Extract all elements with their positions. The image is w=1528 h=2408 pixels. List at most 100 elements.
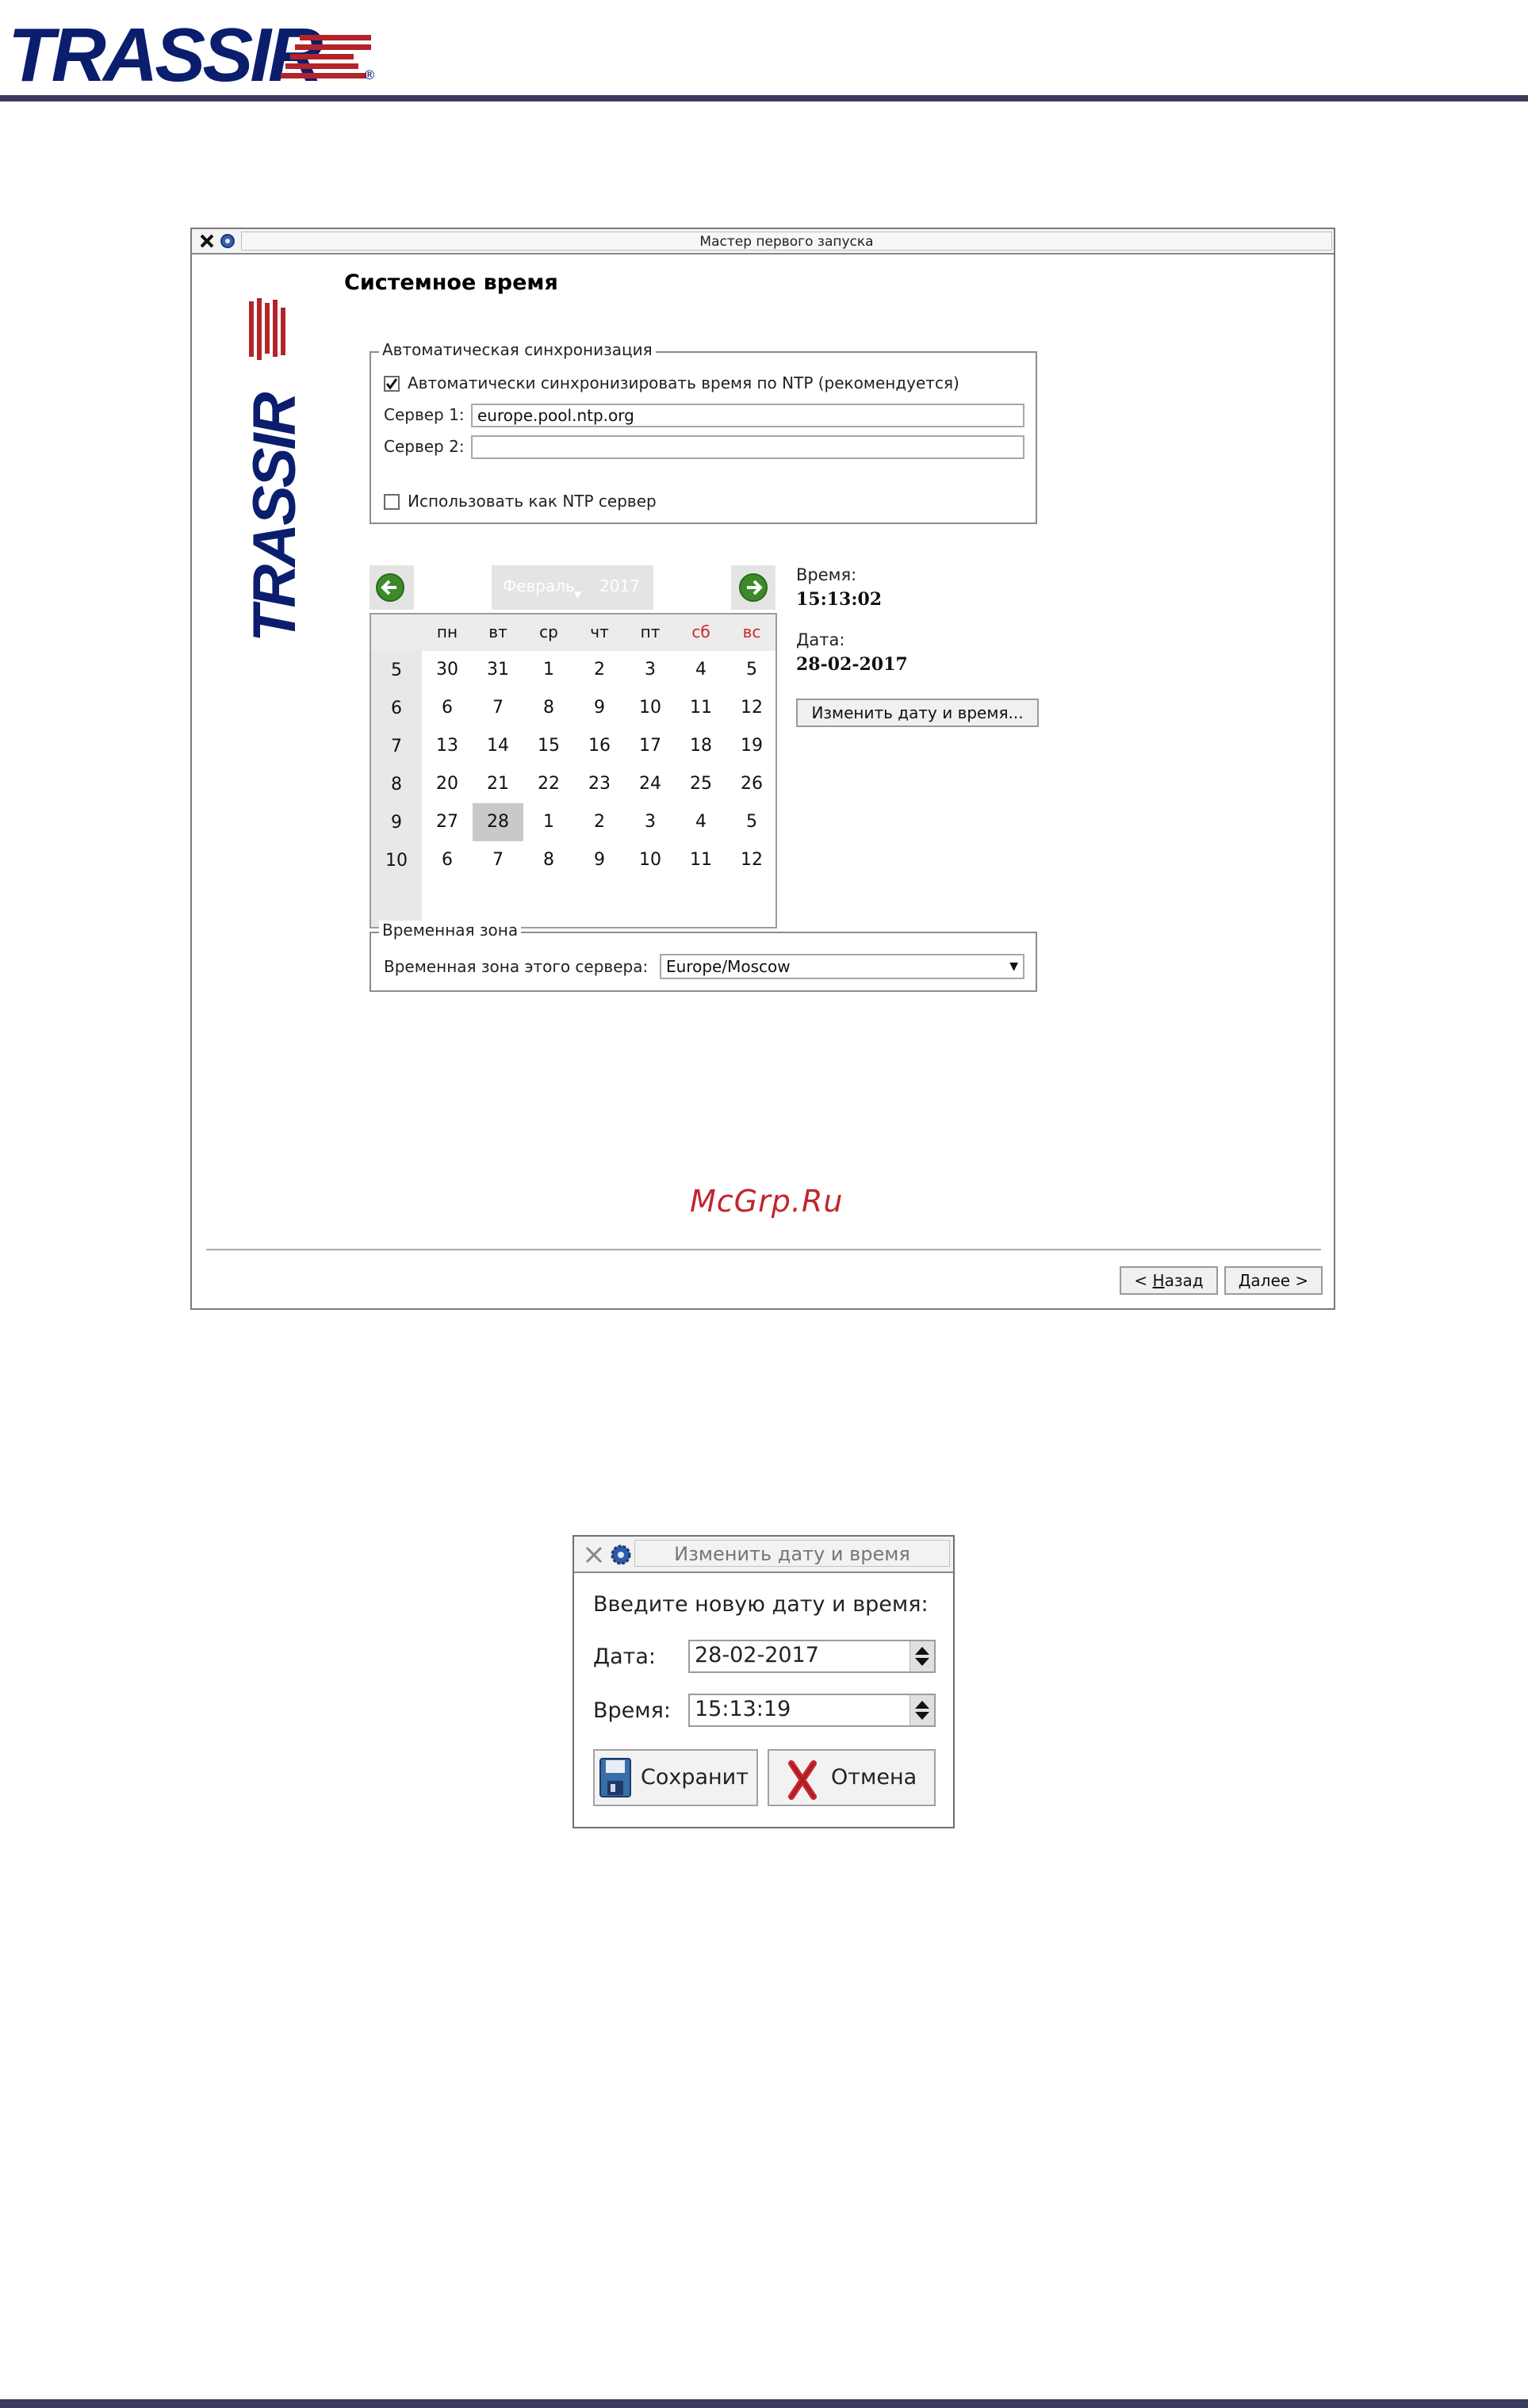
calendar-day[interactable]: 13 bbox=[422, 727, 473, 765]
vertical-logo-text: TRASSIR bbox=[241, 392, 308, 642]
logo-text: TRASSIR bbox=[8, 13, 323, 90]
calendar-day[interactable]: 25 bbox=[676, 765, 726, 803]
gear-icon[interactable] bbox=[609, 1543, 633, 1570]
calendar-day[interactable]: 11 bbox=[676, 841, 726, 879]
red-x-icon bbox=[785, 1757, 820, 1807]
time-spinbox[interactable]: 15:13:19 bbox=[688, 1694, 936, 1727]
cancel-button-label: Отмена bbox=[831, 1765, 917, 1790]
calendar-day[interactable]: 15 bbox=[523, 727, 574, 765]
calendar-day[interactable]: 20 bbox=[422, 765, 473, 803]
calendar-day[interactable]: 19 bbox=[726, 727, 777, 765]
registered-mark: ® bbox=[363, 67, 376, 82]
calendar-day[interactable]: 1 bbox=[523, 651, 574, 689]
calendar-day[interactable]: 8 bbox=[523, 689, 574, 727]
dialog-title: Изменить дату и время bbox=[674, 1543, 910, 1565]
calendar-day[interactable]: 4 bbox=[676, 803, 726, 841]
timezone-select[interactable]: Europe/Moscow ▼ bbox=[660, 954, 1024, 979]
calendar-day[interactable]: 18 bbox=[676, 727, 726, 765]
weekday-label: чт bbox=[590, 622, 609, 641]
calendar-day[interactable]: 9 bbox=[574, 841, 625, 879]
calendar-day[interactable]: 27 bbox=[422, 803, 473, 841]
calendar-day[interactable]: 31 bbox=[473, 651, 523, 689]
month-year-selector[interactable]: Февраль ▼ 2017 bbox=[492, 565, 653, 610]
calendar-day[interactable]: 5 bbox=[726, 651, 777, 689]
close-icon[interactable] bbox=[198, 232, 216, 250]
date-spinbox-value: 28-02-2017 bbox=[695, 1643, 819, 1667]
calendar-day[interactable]: 2 bbox=[574, 651, 625, 689]
calendar-day[interactable]: 12 bbox=[726, 841, 777, 879]
calendar-day[interactable]: 28 bbox=[473, 803, 523, 841]
back-rest: азад bbox=[1164, 1271, 1204, 1290]
server1-input[interactable]: europe.pool.ntp.org bbox=[471, 404, 1024, 427]
floppy-disk-icon bbox=[598, 1755, 633, 1805]
timezone-label: Временная зона этого сервера: bbox=[384, 957, 649, 976]
timezone-value: Europe/Moscow bbox=[666, 957, 791, 976]
calendar-day[interactable]: 12 bbox=[726, 689, 777, 727]
prev-month-button[interactable] bbox=[370, 565, 414, 610]
auto-sync-checkbox[interactable] bbox=[384, 376, 400, 392]
calendar-day[interactable]: 4 bbox=[676, 651, 726, 689]
calendar-day[interactable]: 10 bbox=[625, 689, 676, 727]
calendar-day[interactable]: 7 bbox=[473, 841, 523, 879]
dialog-time-label: Время: bbox=[593, 1698, 671, 1723]
arrow-right-icon bbox=[739, 573, 768, 602]
year-label[interactable]: 2017 bbox=[599, 576, 640, 595]
week-number: 6 bbox=[391, 699, 402, 718]
calendar-day[interactable]: 1 bbox=[523, 803, 574, 841]
spin-arrows-icon[interactable] bbox=[910, 1695, 934, 1725]
calendar-day[interactable]: 3 bbox=[625, 803, 676, 841]
calendar-day[interactable]: 6 bbox=[422, 689, 473, 727]
footer-rule bbox=[0, 2399, 1528, 2408]
calendar-day[interactable]: 24 bbox=[625, 765, 676, 803]
spin-arrows-icon[interactable] bbox=[910, 1641, 934, 1671]
month-label[interactable]: Февраль bbox=[503, 576, 575, 595]
cancel-button[interactable]: Отмена bbox=[768, 1749, 936, 1806]
calendar-day[interactable]: 26 bbox=[726, 765, 777, 803]
dialog-title-area: Изменить дату и время bbox=[634, 1540, 950, 1567]
calendar-day[interactable]: 9 bbox=[574, 689, 625, 727]
back-button[interactable]: < Назад bbox=[1120, 1266, 1218, 1295]
gear-icon[interactable] bbox=[219, 232, 236, 250]
timezone-group-legend: Временная зона bbox=[379, 921, 522, 940]
calendar-grid: пн вт ср чт пт сб вс 5 30 31 1 2 3 4 5 6 6 7 8 9 10 11 12 7 13 14… bbox=[370, 613, 777, 928]
chevron-down-icon[interactable]: ▼ bbox=[1009, 960, 1018, 973]
calendar-day[interactable]: 30 bbox=[422, 651, 473, 689]
calendar-day[interactable]: 3 bbox=[625, 651, 676, 689]
server2-input[interactable] bbox=[471, 435, 1024, 459]
calendar-day[interactable]: 22 bbox=[523, 765, 574, 803]
window-title: Мастер первого запуска bbox=[699, 234, 874, 250]
save-button-label: Сохранит bbox=[641, 1765, 749, 1790]
calendar-day[interactable]: 6 bbox=[422, 841, 473, 879]
trassir-logo: TRASSIR ® bbox=[5, 3, 385, 98]
calendar-day[interactable]: 14 bbox=[473, 727, 523, 765]
next-button[interactable]: Далее > bbox=[1224, 1266, 1323, 1295]
next-rest: алее > bbox=[1250, 1271, 1309, 1290]
calendar-day[interactable]: 16 bbox=[574, 727, 625, 765]
dialog-titlebar[interactable]: Изменить дату и время bbox=[574, 1537, 953, 1573]
date-label: Дата: bbox=[796, 630, 845, 649]
wizard-window: Мастер первого запуска TRASSIR Системное… bbox=[190, 228, 1335, 1310]
calendar-day[interactable]: 7 bbox=[473, 689, 523, 727]
use-as-ntp-label[interactable]: Использовать как NTP сервер bbox=[408, 492, 657, 511]
wizard-titlebar[interactable]: Мастер первого запуска bbox=[192, 229, 1334, 255]
calendar-day[interactable]: 8 bbox=[523, 841, 574, 879]
change-datetime-button[interactable]: Изменить дату и время... bbox=[796, 699, 1039, 727]
calendar-day[interactable]: 23 bbox=[574, 765, 625, 803]
calendar-day[interactable]: 5 bbox=[726, 803, 777, 841]
save-button[interactable]: Сохранит bbox=[593, 1749, 758, 1806]
date-spinbox[interactable]: 28-02-2017 bbox=[688, 1640, 936, 1673]
weekday-label: сб bbox=[691, 622, 710, 641]
use-as-ntp-checkbox[interactable] bbox=[384, 494, 400, 510]
weekday-label: ср bbox=[539, 622, 558, 641]
next-month-button[interactable] bbox=[731, 565, 775, 610]
calendar-day[interactable]: 2 bbox=[574, 803, 625, 841]
change-datetime-dialog: Изменить дату и время Введите новую дату… bbox=[573, 1535, 955, 1828]
close-icon[interactable] bbox=[584, 1545, 604, 1568]
week-number: 7 bbox=[391, 737, 402, 756]
calendar-day[interactable]: 21 bbox=[473, 765, 523, 803]
date-value: 28-02-2017 bbox=[796, 654, 908, 675]
auto-sync-label[interactable]: Автоматически синхронизировать время по … bbox=[408, 373, 959, 392]
calendar-day[interactable]: 10 bbox=[625, 841, 676, 879]
calendar-day[interactable]: 17 bbox=[625, 727, 676, 765]
calendar-day[interactable]: 11 bbox=[676, 689, 726, 727]
